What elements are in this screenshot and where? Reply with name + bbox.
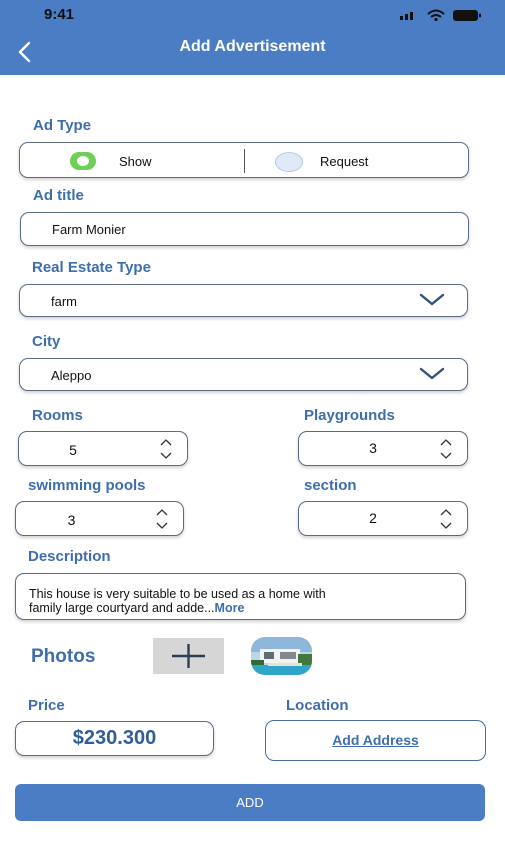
status-time: 9:41: [44, 6, 75, 23]
add-button[interactable]: ADD: [15, 784, 485, 821]
section-label: section: [304, 477, 357, 494]
plus-icon: [172, 644, 205, 668]
show-radio-selected[interactable]: [70, 152, 96, 170]
description-line-2: family large courtyard and adde...: [29, 601, 215, 615]
up-down-arrows-icon[interactable]: [439, 507, 453, 531]
add-photo-button[interactable]: [153, 638, 224, 674]
rooms-label: Rooms: [32, 407, 83, 424]
up-down-arrows-icon[interactable]: [155, 507, 169, 531]
city-value: Aleppo: [51, 368, 92, 383]
show-option-label[interactable]: Show: [119, 154, 152, 169]
section-stepper[interactable]: 2: [298, 501, 468, 536]
description-label: Description: [28, 548, 111, 565]
photo-thumbnail[interactable]: [250, 636, 313, 676]
add-address-button[interactable]: Add Address: [265, 720, 486, 761]
city-label: City: [32, 333, 61, 350]
ad-title-field[interactable]: Farm Monier: [20, 212, 469, 246]
up-down-arrows-icon[interactable]: [439, 437, 453, 461]
ad-type-segmented-control: Show Request: [19, 142, 469, 178]
description-line-1: This house is very suitable to be used a…: [29, 587, 326, 601]
request-option-label[interactable]: Request: [320, 154, 368, 169]
description-field[interactable]: This house is very suitable to be used a…: [15, 573, 466, 620]
photos-label: Photos: [31, 646, 96, 667]
description-text: This house is very suitable to be used a…: [29, 587, 326, 615]
swimming-pools-value: 3: [67, 512, 76, 528]
swimming-pools-stepper[interactable]: 3: [15, 501, 184, 536]
playgrounds-stepper[interactable]: 3: [298, 431, 468, 466]
real-estate-type-dropdown[interactable]: farm: [19, 284, 468, 317]
playgrounds-value: 3: [369, 440, 377, 456]
price-label: Price: [28, 697, 65, 714]
swimming-pools-label: swimming pools: [28, 477, 146, 494]
chevron-down-icon: [419, 293, 445, 306]
request-radio[interactable]: [275, 152, 303, 172]
add-address-link[interactable]: Add Address: [266, 732, 485, 748]
rooms-value: 5: [69, 442, 77, 458]
ad-title-value: Farm Monier: [52, 222, 126, 237]
section-value: 2: [369, 510, 377, 526]
rooms-stepper[interactable]: 5: [18, 431, 188, 466]
location-label: Location: [286, 697, 349, 714]
chevron-down-icon: [419, 367, 445, 380]
real-estate-type-label: Real Estate Type: [32, 259, 151, 276]
price-field[interactable]: $230.300: [15, 721, 214, 756]
ad-title-label: Ad title: [33, 187, 84, 204]
up-down-arrows-icon[interactable]: [159, 437, 173, 461]
more-link[interactable]: More: [215, 601, 245, 615]
segment-divider: [244, 149, 246, 173]
price-value: $230.300: [72, 727, 157, 749]
city-dropdown[interactable]: Aleppo: [19, 358, 468, 391]
playgrounds-label: Playgrounds: [304, 407, 395, 424]
status-icons: [400, 9, 481, 22]
real-estate-type-value: farm: [51, 294, 77, 309]
ad-type-label: Ad Type: [33, 117, 92, 134]
page-title: Add Advertisement: [179, 38, 326, 55]
